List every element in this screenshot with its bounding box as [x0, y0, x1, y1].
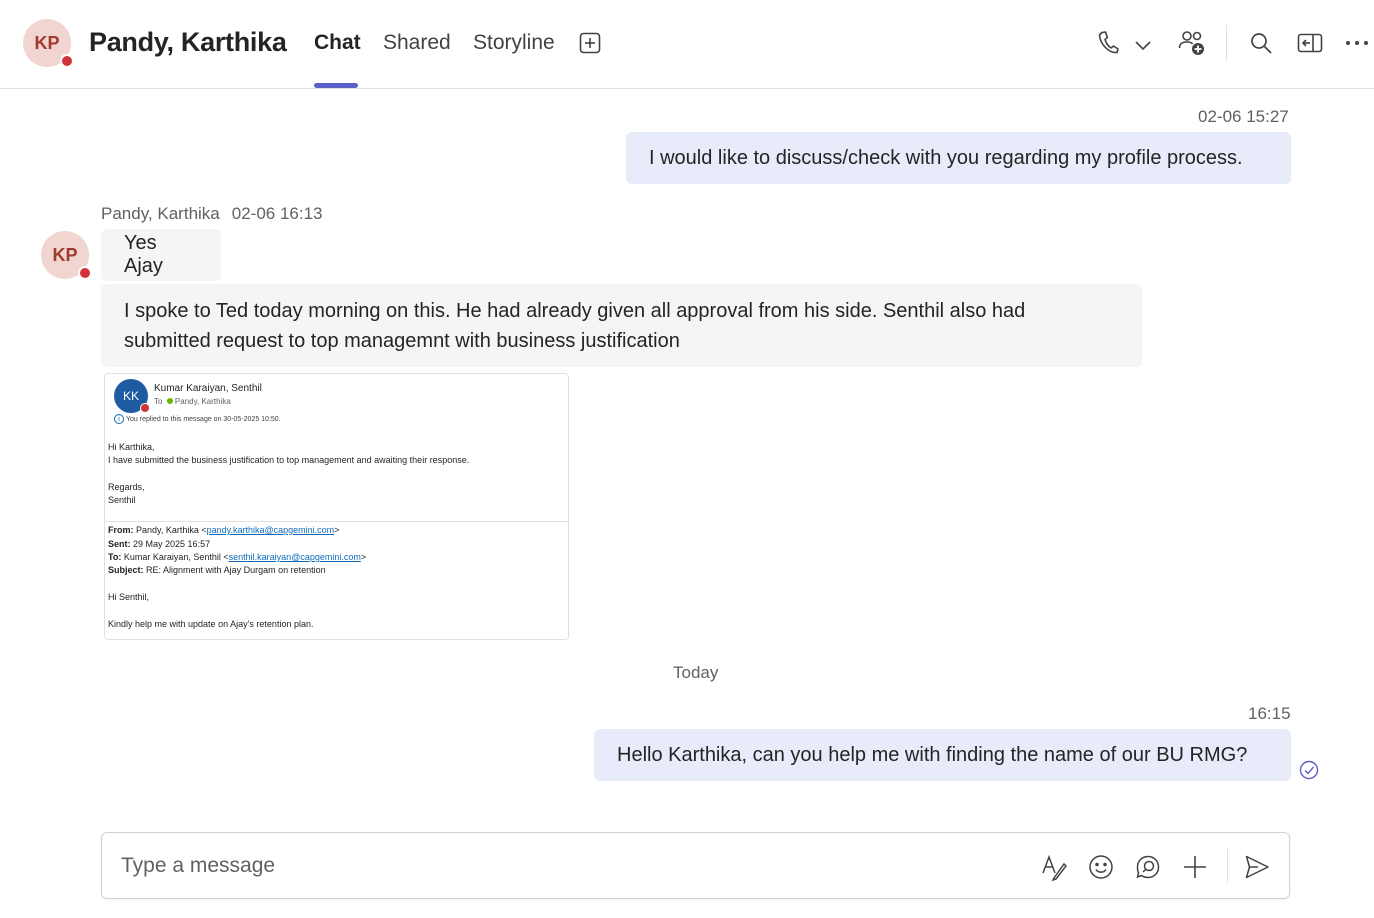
quoted-from: From: Pandy, Karthika <pandy.karthika@ca…: [108, 525, 339, 535]
pop-out-icon[interactable]: [1295, 29, 1325, 57]
email-from-name: Kumar Karaiyan, Senthil: [154, 383, 262, 394]
quoted-sent: Sent: 29 May 2025 16:57: [108, 539, 210, 549]
value: RE: Alignment with Ajay Durgam on retent…: [146, 565, 326, 575]
email-to-line: To Pandy, Karthika: [154, 397, 231, 406]
email-regards: Regards,: [108, 482, 145, 492]
sender-avatar[interactable]: KP: [41, 231, 92, 280]
message-timestamp: 02-06 16:13: [231, 204, 323, 223]
email-replied-text: You replied to this message on 30-05-202…: [126, 416, 281, 423]
label: Sent:: [108, 539, 131, 549]
phone-icon[interactable]: [1094, 28, 1122, 58]
read-receipt-check-icon: [1299, 760, 1319, 780]
avatar-initials: KK: [122, 389, 139, 403]
message-text: Yes Ajay: [124, 232, 163, 277]
message-input[interactable]: [121, 851, 1001, 881]
quoted-subject: Subject: RE: Alignment with Ajay Durgam …: [108, 565, 326, 575]
search-icon[interactable]: [1247, 29, 1275, 57]
send-icon[interactable]: [1242, 852, 1272, 882]
email-body: I have submitted the business justificat…: [108, 455, 470, 465]
label: From:: [108, 525, 134, 535]
format-icon[interactable]: [1039, 852, 1069, 882]
email-greeting: Hi Karthika,: [108, 442, 155, 452]
email-link[interactable]: pandy.karthika@capgemini.com: [207, 525, 335, 535]
contact-name[interactable]: Pandy, Karthika: [89, 27, 287, 58]
contact-avatar[interactable]: KP: [23, 19, 74, 68]
label: To:: [108, 552, 122, 562]
avatar-initials: KP: [52, 244, 78, 265]
email-signoff: Senthil: [108, 495, 136, 505]
email-link[interactable]: senthil.karaiyan@capgemini.com: [229, 552, 361, 562]
email-to-name: Pandy, Karthika: [174, 397, 231, 406]
message-text: Hello Karthika, can you help me with fin…: [617, 743, 1248, 766]
add-tab-icon[interactable]: [576, 29, 604, 57]
compose-box[interactable]: [101, 832, 1290, 899]
chat-header: KP Pandy, Karthika Chat Shared Storyline: [0, 0, 1374, 89]
quoted-to: To: Kumar Karaiyan, Senthil <senthil.kar…: [108, 552, 366, 562]
message-text-line: I spoke to Ted today morning on this. He…: [124, 300, 1026, 322]
my-message-bubble[interactable]: I would like to discuss/check with you r…: [626, 132, 1291, 184]
email-sender-avatar: KK: [114, 379, 150, 413]
value: >: [334, 525, 340, 535]
value: >: [360, 552, 367, 562]
tab-chat[interactable]: Chat: [314, 31, 361, 55]
sender-name: Pandy, Karthika: [101, 204, 220, 223]
value: Pandy, Karthika <: [136, 525, 207, 535]
presence-available-dot: [166, 398, 173, 404]
value: 29 May 2025 16:57: [133, 539, 211, 549]
info-icon: i: [114, 414, 124, 424]
message-timestamp: 02-06 15:27: [1198, 107, 1289, 126]
attach-plus-icon[interactable]: [1180, 852, 1210, 882]
sender-line: Pandy, Karthika 02-06 16:13: [101, 204, 335, 224]
header-divider: [1226, 25, 1227, 61]
my-message-bubble[interactable]: Hello Karthika, can you help me with fin…: [594, 729, 1291, 781]
quoted-greeting: Hi Senthil,: [108, 592, 150, 602]
value: Kumar Karaiyan, Senthil <: [123, 552, 229, 562]
message-text-line: submitted request to top managemnt with …: [124, 330, 680, 352]
label: Subject:: [108, 565, 144, 575]
their-message-bubble[interactable]: Yes Ajay: [101, 229, 221, 281]
loop-icon[interactable]: [1133, 852, 1163, 882]
emoji-icon[interactable]: [1086, 852, 1116, 882]
email-screenshot-image[interactable]: KK Kumar Karaiyan, Senthil To Pandy, Kar…: [104, 373, 569, 640]
active-tab-indicator: [314, 83, 358, 88]
their-message-bubble[interactable]: I spoke to Ted today morning on this. He…: [101, 284, 1142, 367]
email-divider: [105, 521, 568, 522]
date-divider: Today: [673, 663, 719, 682]
quoted-body: Kindly help me with update on Ajay’s ret…: [108, 619, 314, 629]
more-options-icon[interactable]: [1342, 29, 1372, 57]
tab-shared[interactable]: Shared: [383, 31, 451, 55]
presence-busy-indicator: [78, 266, 92, 280]
message-timestamp: 16:15: [1248, 704, 1291, 723]
add-people-icon[interactable]: [1176, 27, 1208, 59]
email-replied-note: i You replied to this message on 30-05-20…: [114, 414, 281, 424]
compose-divider: [1227, 849, 1228, 883]
presence-busy-indicator: [140, 403, 150, 413]
email-to-prefix: To: [154, 397, 163, 406]
avatar-initials: KP: [34, 32, 60, 53]
chevron-down-icon[interactable]: [1131, 33, 1155, 57]
presence-busy-indicator: [60, 54, 74, 68]
message-text: I would like to discuss/check with you r…: [649, 146, 1243, 169]
tab-storyline[interactable]: Storyline: [473, 31, 555, 55]
